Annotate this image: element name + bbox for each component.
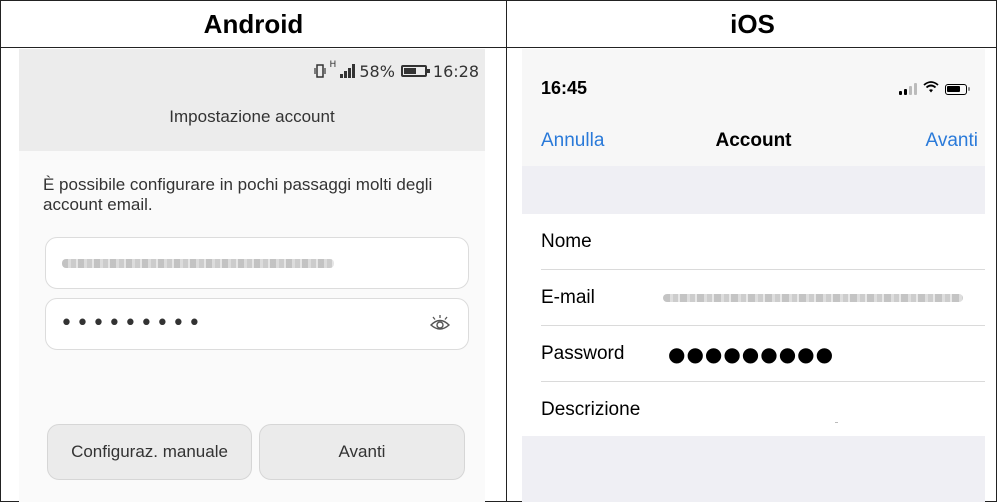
blurred-email-value	[62, 259, 334, 268]
android-screen: H 58% 16:28 Impostazione account È possi…	[19, 49, 485, 502]
password-masked-value: ●●●●●●●●●	[668, 342, 835, 366]
description-row[interactable]: Descrizione	[522, 382, 985, 438]
android-status-bar: H 58% 16:28	[313, 60, 479, 81]
ios-status-bar	[899, 80, 970, 98]
manual-setup-button[interactable]: Configuraz. manuale	[47, 424, 252, 480]
battery-icon	[945, 83, 970, 95]
password-masked-value: •••••••••	[60, 311, 204, 336]
page-title: Impostazione account	[169, 107, 335, 126]
comparison-table: Android iOS H 58% 16:28 Impostazione acc…	[0, 0, 997, 502]
account-form-list: Nome E-mail Password ●●●●●●●●● Descrizio…	[522, 214, 985, 436]
password-row[interactable]: Password ●●●●●●●●●	[522, 326, 985, 382]
network-type-label: H	[329, 60, 337, 70]
battery-icon	[400, 65, 430, 77]
vibrate-icon	[313, 64, 326, 78]
signal-icon	[340, 64, 356, 78]
column-divider	[506, 1, 507, 502]
description-label: Descrizione	[541, 399, 641, 420]
wifi-icon	[923, 80, 939, 98]
battery-percent: 58%	[359, 61, 395, 81]
ios-time: 16:45	[541, 78, 588, 98]
password-field[interactable]: •••••••••	[45, 298, 469, 350]
email-label: E-mail	[541, 287, 595, 308]
signal-icon	[899, 83, 917, 95]
blurred-email-value	[663, 294, 963, 302]
ios-top-bar: 16:45 Account Annulla Avanti	[522, 49, 985, 166]
ios-screen: 16:45 Account Annulla Avanti Nome E-mail…	[522, 49, 985, 502]
android-column-title: Android	[203, 9, 304, 39]
description-text: È possibile configurare in pochi passagg…	[43, 175, 433, 214]
eye-icon[interactable]	[428, 313, 452, 335]
next-button[interactable]: Avanti	[259, 424, 465, 480]
ios-column-title: iOS	[730, 9, 775, 39]
android-top-bar: H 58% 16:28 Impostazione account	[19, 49, 485, 151]
name-label: Nome	[541, 231, 592, 252]
email-field[interactable]	[45, 237, 469, 289]
name-row[interactable]: Nome	[522, 214, 985, 270]
next-button[interactable]: Avanti	[926, 130, 978, 152]
email-row[interactable]: E-mail	[522, 270, 985, 326]
password-label: Password	[541, 343, 625, 364]
android-time: 16:28	[432, 61, 479, 81]
cursor-mark	[835, 422, 838, 423]
cancel-button[interactable]: Annulla	[541, 130, 604, 152]
